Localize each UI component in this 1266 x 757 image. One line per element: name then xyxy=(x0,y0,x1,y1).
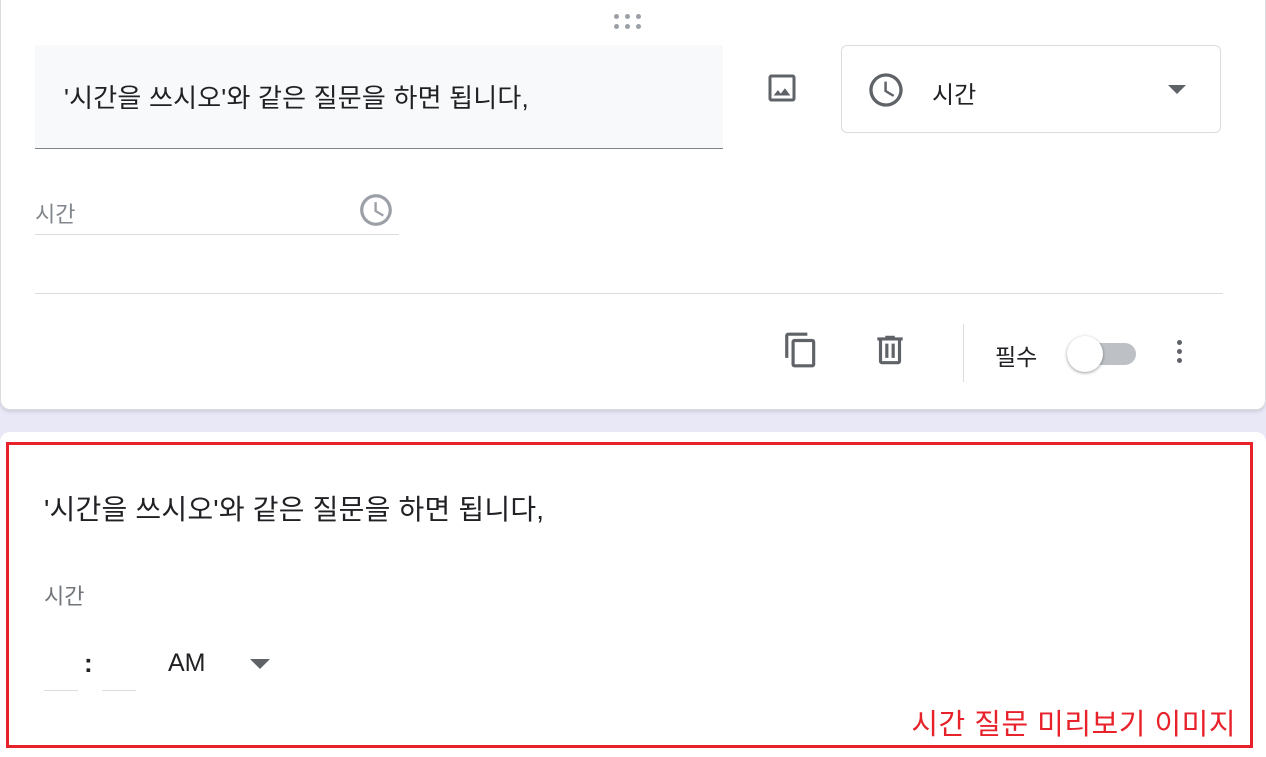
answer-time-field: 시간 xyxy=(35,185,399,235)
drag-handle-icon[interactable] xyxy=(614,14,646,32)
required-label: 필수 xyxy=(995,344,1038,370)
required-toggle-thumb xyxy=(1067,336,1103,372)
clock-icon xyxy=(360,194,392,226)
preview-annotation-caption: 시간 질문 미리보기 이미지 xyxy=(911,709,1236,741)
image-icon xyxy=(768,74,796,102)
footer-divider xyxy=(35,293,1223,294)
add-image-button[interactable] xyxy=(761,67,803,109)
question-title-input[interactable]: '시간을 쓰시오'와 같은 질문을 하면 됩니다, xyxy=(35,45,723,149)
more-options-button[interactable] xyxy=(1161,330,1197,372)
minute-input[interactable] xyxy=(102,645,136,691)
clock-icon xyxy=(869,73,903,107)
time-colon: : xyxy=(84,648,93,678)
required-toggle[interactable] xyxy=(1066,336,1138,372)
trash-icon xyxy=(877,335,903,365)
chevron-down-icon xyxy=(1168,85,1186,94)
question-title-text: '시간을 쓰시오'와 같은 질문을 하면 됩니다, xyxy=(64,83,529,113)
preview-time-label: 시간 xyxy=(44,584,85,609)
delete-button[interactable] xyxy=(870,330,910,370)
question-editor-card: '시간을 쓰시오'와 같은 질문을 하면 됩니다, 시간 시간 필수 xyxy=(0,0,1266,410)
answer-time-placeholder: 시간 xyxy=(35,202,76,227)
question-type-dropdown[interactable]: 시간 xyxy=(841,45,1221,133)
footer-separator xyxy=(963,324,964,382)
ampm-value: AM xyxy=(168,649,206,677)
chevron-down-icon xyxy=(250,659,270,669)
duplicate-button[interactable] xyxy=(781,330,821,370)
copy-icon xyxy=(785,332,816,368)
preview-question-title: '시간을 쓰시오'와 같은 질문을 하면 됩니다, xyxy=(44,494,545,525)
hour-input[interactable] xyxy=(44,645,78,691)
ampm-dropdown[interactable]: AM xyxy=(166,645,276,685)
question-type-label: 시간 xyxy=(932,82,977,109)
